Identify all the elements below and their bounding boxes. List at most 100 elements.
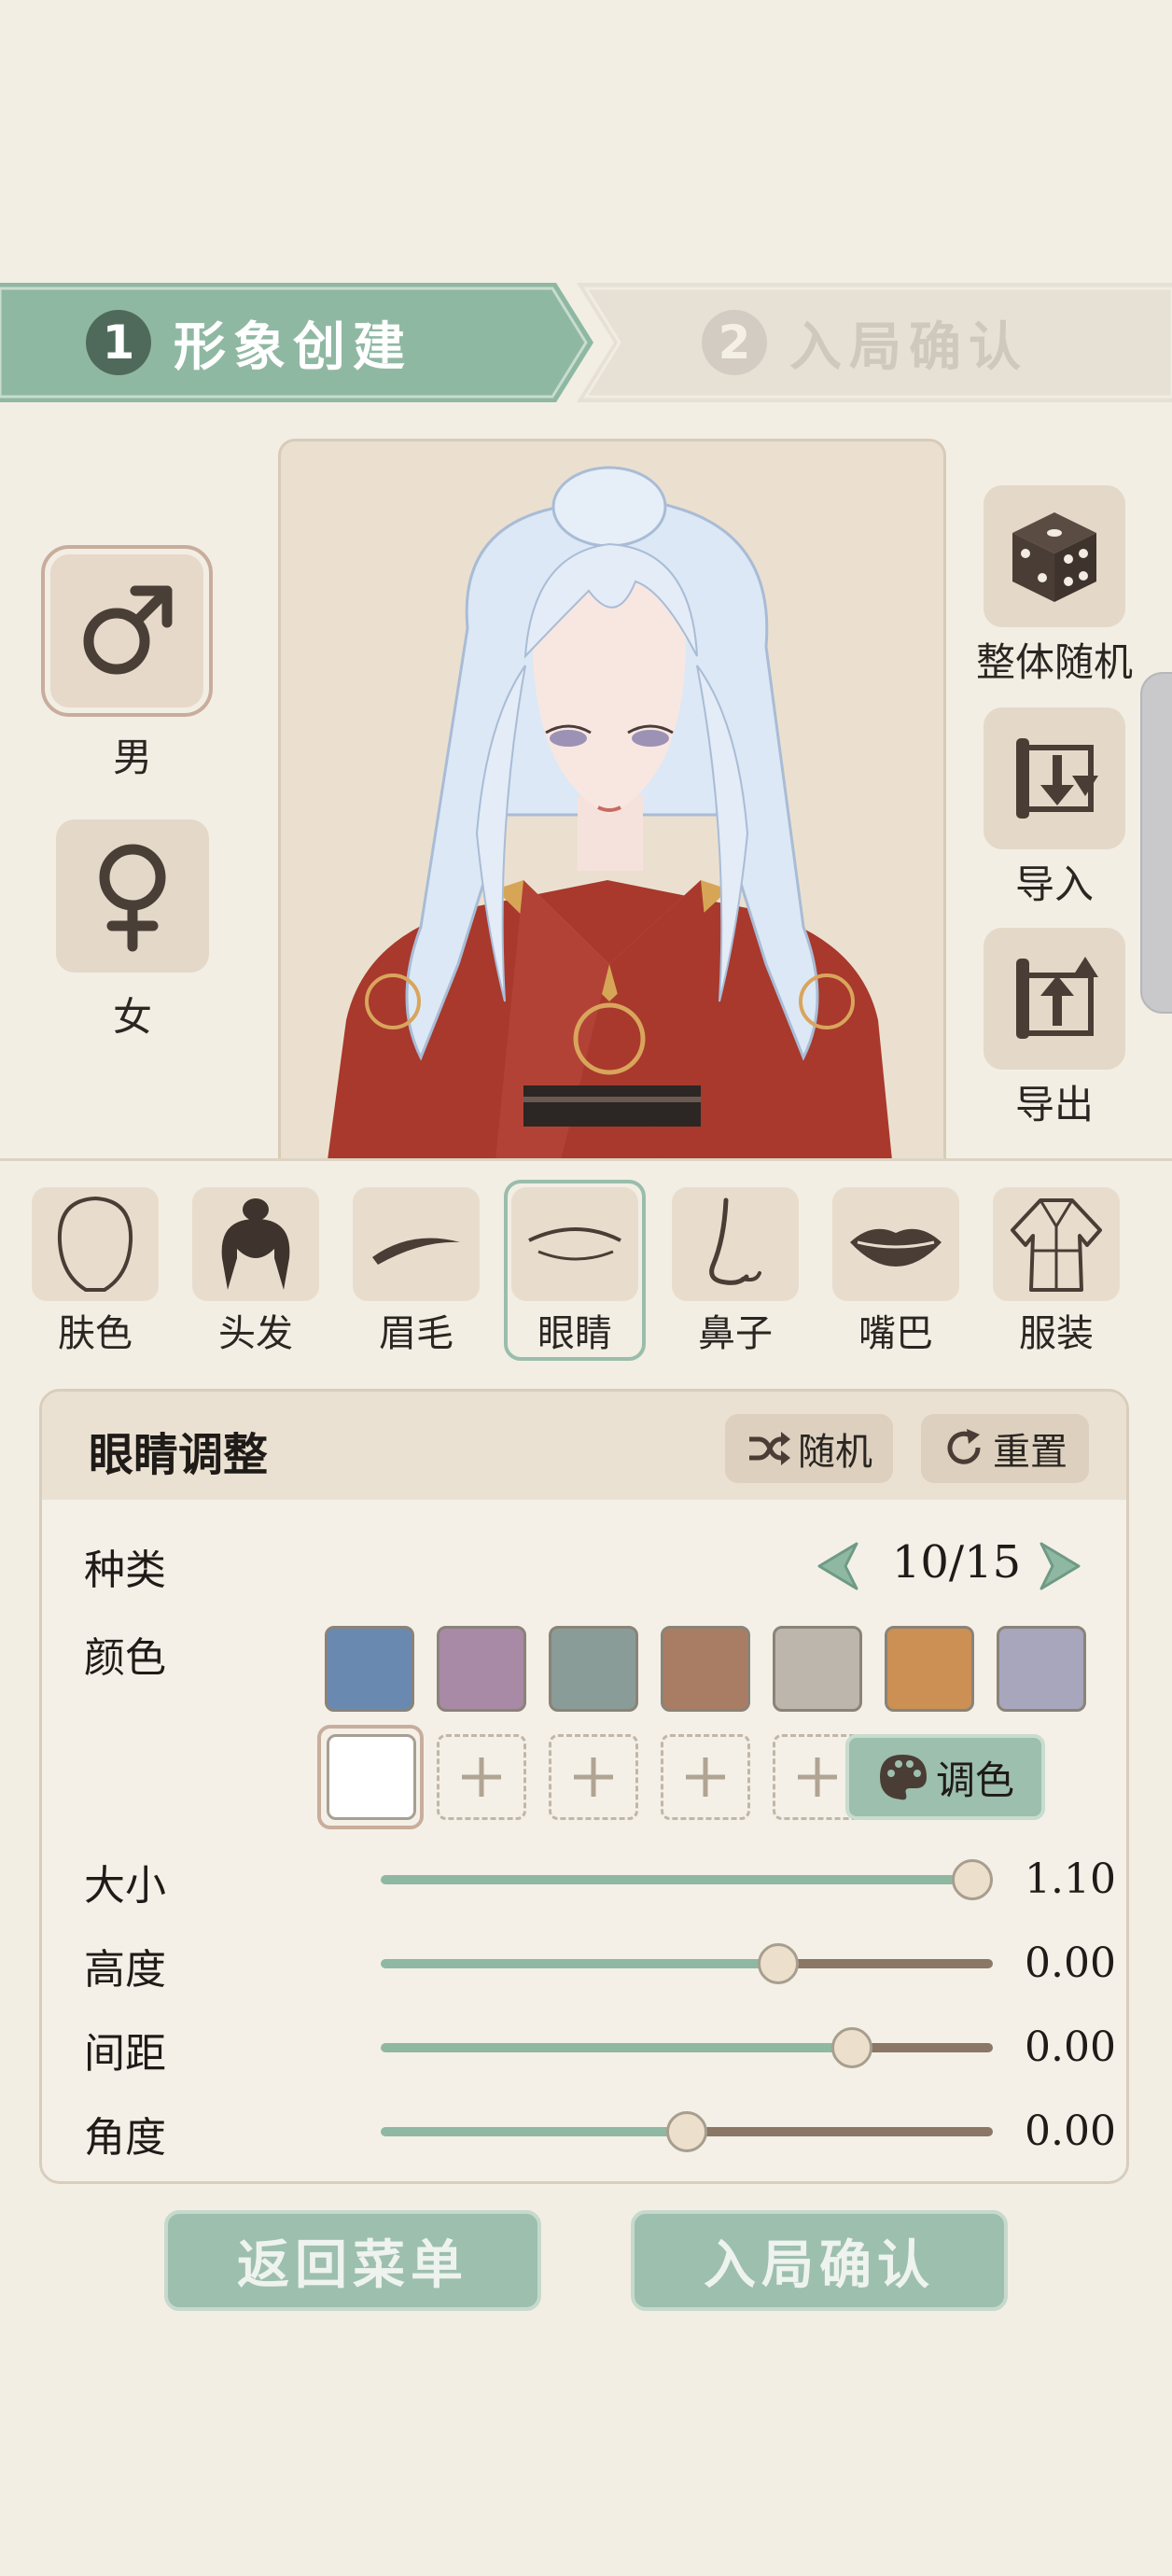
female-symbol-icon [99, 844, 166, 952]
robe-icon [1011, 1198, 1102, 1292]
export-label: 导出 [1014, 1082, 1094, 1127]
eyebrow-icon [372, 1238, 460, 1265]
slider-track-remaining [852, 2043, 993, 2052]
tab-eyes[interactable] [511, 1187, 638, 1301]
random-all-button[interactable] [984, 485, 1125, 627]
male-symbol-icon [83, 585, 173, 675]
slider-spacing-value: 0.00 [1025, 2023, 1116, 2071]
tab-skin-label: 肤色 [58, 1312, 133, 1355]
reset-button-label: 重置 [993, 1431, 1067, 1474]
color-swatch-grey-green[interactable] [549, 1626, 638, 1712]
slider-track-filled [381, 2127, 687, 2136]
tab-outfit-label: 服装 [1019, 1312, 1094, 1355]
next-arrow-icon[interactable] [1034, 1538, 1086, 1594]
slider-angle-label: 角度 [84, 2114, 166, 2162]
plus-icon [798, 1757, 837, 1797]
slider-angle-value: 0.00 [1025, 2107, 1116, 2155]
import-scroll-icon [1016, 738, 1098, 819]
section-divider [0, 1158, 1172, 1161]
slider-size[interactable] [381, 1859, 993, 1900]
nose-icon [709, 1197, 761, 1285]
slider-height-value: 0.00 [1025, 1939, 1116, 1987]
tab-eyebrow-label: 眉毛 [379, 1312, 453, 1355]
step-2-label: 入局确认 [789, 316, 1028, 378]
step-1-number: 1 [86, 310, 151, 375]
color-palette-label: 调色 [935, 1757, 1014, 1803]
panel-title: 眼睛调整 [89, 1429, 269, 1481]
step-2-number: 2 [702, 310, 767, 375]
step-1-character-creation: 1 形象创建 [86, 283, 412, 402]
back-to-menu-label: 返回菜单 [237, 2234, 468, 2296]
plus-icon [686, 1757, 725, 1797]
color-swatch-orange[interactable] [885, 1626, 974, 1712]
reset-button[interactable]: 重置 [921, 1414, 1089, 1483]
tab-nose[interactable] [672, 1187, 799, 1301]
slider-track-filled [381, 1875, 972, 1884]
character-illustration [328, 466, 892, 1160]
add-color-slot[interactable] [437, 1734, 526, 1820]
slider-spacing[interactable] [381, 2027, 993, 2068]
dice-icon [1012, 512, 1096, 602]
slider-height-label: 高度 [84, 1946, 166, 1994]
import-label: 导入 [1014, 861, 1094, 907]
color-swatch-brown[interactable] [661, 1626, 750, 1712]
step-2-confirm: 2 入局确认 [702, 283, 1028, 402]
tab-skin[interactable] [32, 1187, 159, 1301]
color-swatch-beige[interactable] [773, 1626, 862, 1712]
import-button[interactable] [984, 707, 1125, 849]
eye-icon [528, 1227, 621, 1261]
palette-icon [879, 1755, 927, 1800]
gender-female-button[interactable] [56, 819, 209, 973]
step-progress-bar: 1 形象创建 2 入局确认 [0, 283, 1172, 402]
face-outline-icon [57, 1196, 133, 1292]
tab-eyebrow[interactable] [353, 1187, 480, 1301]
export-button[interactable] [984, 928, 1125, 1070]
type-counter: 10/15 [891, 1536, 1022, 1589]
gender-female-label: 女 [112, 994, 152, 1040]
confirm-entry-button[interactable]: 入局确认 [631, 2210, 1008, 2311]
hair-bun-icon [221, 1198, 290, 1290]
slider-knob[interactable] [666, 2111, 707, 2152]
slider-track-remaining [687, 2127, 993, 2136]
panel-header: 眼睛调整 随机 重置 [42, 1392, 1126, 1500]
slider-height[interactable] [381, 1943, 993, 1984]
slider-knob[interactable] [952, 1859, 993, 1900]
slider-knob[interactable] [831, 2027, 872, 2068]
confirm-entry-label: 入局确认 [704, 2234, 935, 2296]
custom-color-swatch-white[interactable] [327, 1734, 416, 1820]
color-swatch-lavender[interactable] [997, 1626, 1086, 1712]
color-swatch-blue[interactable] [325, 1626, 414, 1712]
color-palette-button[interactable]: 调色 [845, 1734, 1045, 1820]
color-swatch-purple[interactable] [437, 1626, 526, 1712]
add-color-slot[interactable] [661, 1734, 750, 1820]
gender-male-button[interactable] [41, 545, 213, 717]
tab-hair[interactable] [192, 1187, 319, 1301]
tab-outfit[interactable] [993, 1187, 1120, 1301]
tab-mouth-label: 嘴巴 [858, 1312, 933, 1355]
random-button[interactable]: 随机 [725, 1414, 893, 1483]
type-label: 种类 [84, 1547, 166, 1594]
tab-eyes-label: 眼睛 [537, 1312, 612, 1355]
shuffle-icon [749, 1432, 790, 1465]
slider-track-remaining [778, 1959, 993, 1968]
export-scroll-icon [1016, 957, 1098, 1039]
add-color-slot[interactable] [549, 1734, 638, 1820]
previous-arrow-icon[interactable] [812, 1538, 864, 1594]
back-to-menu-button[interactable]: 返回菜单 [164, 2210, 541, 2311]
slider-knob[interactable] [758, 1943, 799, 1984]
gender-male-label: 男 [112, 735, 152, 780]
tab-hair-label: 头发 [218, 1312, 293, 1355]
side-drawer-handle[interactable] [1140, 672, 1172, 1014]
plus-icon [574, 1757, 613, 1797]
tab-mouth[interactable] [832, 1187, 959, 1301]
slider-track-filled [381, 2043, 852, 2052]
slider-size-label: 大小 [84, 1862, 166, 1910]
slider-track-filled [381, 1959, 778, 1968]
lips-icon [850, 1228, 942, 1267]
random-button-label: 随机 [798, 1431, 872, 1474]
color-label: 颜色 [84, 1634, 166, 1682]
reset-icon [947, 1429, 981, 1464]
step-1-label: 形象创建 [174, 316, 412, 378]
slider-angle[interactable] [381, 2111, 993, 2152]
character-preview [278, 439, 946, 1160]
